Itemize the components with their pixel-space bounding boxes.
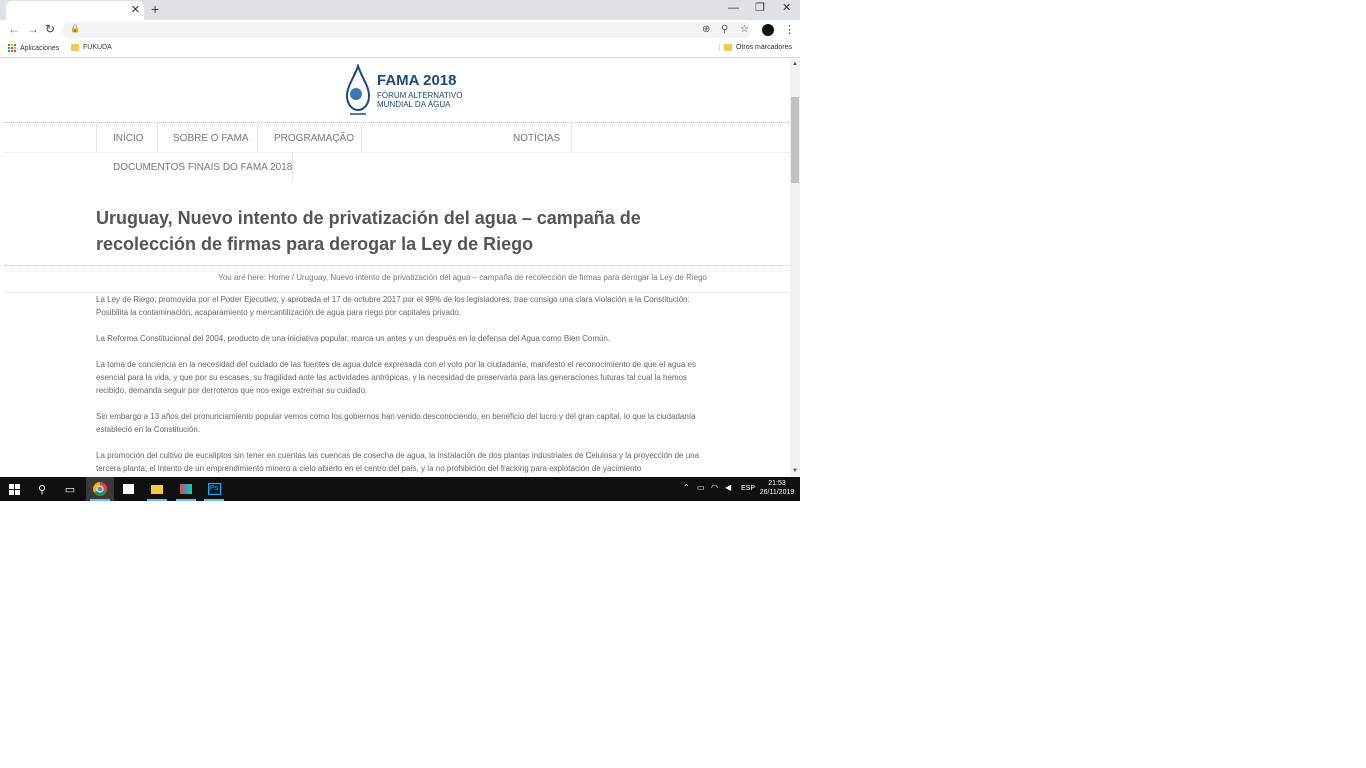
- logo-subtitle: FÓRUM ALTERNATIVO MUNDIAL DA ÁGUA: [377, 91, 463, 109]
- battery-icon[interactable]: ▭: [697, 483, 705, 492]
- active-indicator: [90, 499, 110, 501]
- site-logo[interactable]: FAMA 2018 FÓRUM ALTERNATIVO MUNDIAL DA Á…: [344, 62, 464, 118]
- article-paragraph: La toma de conciencia en la necesidad de…: [96, 360, 696, 395]
- folder-icon: [71, 44, 79, 51]
- title-divider: [4, 265, 790, 266]
- screen: ✕ + — ❐ ✕ ← → ↻ 🔒 ⊕ ⚲ ☆ ⋮ Aplicaciones F…: [0, 0, 800, 501]
- windows-logo-icon: [8, 483, 20, 495]
- menu-item-inicio[interactable]: INÍCIO: [113, 133, 144, 144]
- lock-icon: 🔒: [70, 24, 80, 33]
- bookmark-star-icon[interactable]: ☆: [740, 23, 749, 37]
- logo-subtitle-line1: FÓRUM ALTERNATIVO: [377, 91, 463, 100]
- menu-item-programacao[interactable]: PROGRAMAÇÃO: [274, 133, 354, 144]
- photoshop-icon: Ps: [207, 483, 221, 495]
- menu-row-divider: [4, 152, 790, 153]
- forward-button[interactable]: →: [27, 22, 39, 37]
- post-title: Uruguay, Nuevo intento de privatización …: [96, 208, 641, 254]
- scroll-up-icon[interactable]: ▲: [792, 61, 798, 67]
- bookmark-fukuda-label: FUKUDA: [83, 44, 112, 51]
- new-tab-button[interactable]: +: [151, 1, 159, 18]
- system-clock[interactable]: 21:53 26/11/2019: [757, 479, 797, 497]
- search-button[interactable]: ⚲: [28, 477, 56, 501]
- taskbar-app[interactable]: [172, 477, 200, 501]
- menu-item-documentos[interactable]: DOCUMENTOS FINAIS DO FAMA 2018: [113, 162, 292, 173]
- bookmark-fukuda[interactable]: FUKUDA: [71, 44, 112, 51]
- address-bar[interactable]: 🔒 ⊕ ⚲ ☆: [62, 22, 752, 38]
- article-paragraph: La promoción del cultivo de eucaliptos s…: [96, 451, 700, 473]
- breadcrumb[interactable]: You are here: Home / Uruguay, Nuevo inte…: [96, 273, 707, 282]
- task-view-button[interactable]: ▭: [56, 477, 84, 501]
- article-paragraph: La Reforma Constitucional del 2004, prod…: [96, 334, 611, 343]
- clock-date: 26/11/2019: [759, 489, 795, 496]
- page-viewport: FAMA 2018 FÓRUM ALTERNATIVO MUNDIAL DA Á…: [0, 59, 790, 477]
- logo-subtitle-line2: MUNDIAL DA ÁGUA: [377, 100, 451, 109]
- apps-grid-icon: [8, 44, 16, 52]
- bookmarks-bar: Aplicaciones FUKUDA Otros marcadores: [0, 40, 800, 58]
- taskbar-photoshop[interactable]: Ps: [200, 477, 228, 501]
- taskbar-store[interactable]: [114, 477, 142, 501]
- menu-divider: [361, 123, 362, 153]
- article-paragraph: La Ley de Riego, promovida por el Poder …: [96, 295, 690, 317]
- folder-explorer-icon: [151, 484, 163, 494]
- browser-toolbar: ← → ↻ 🔒 ⊕ ⚲ ☆: [0, 20, 800, 40]
- menu-divider: [292, 153, 293, 181]
- open-indicator: [147, 499, 167, 501]
- reload-button[interactable]: ↻: [45, 22, 55, 37]
- close-window-button[interactable]: ✕: [782, 1, 791, 16]
- tab-strip: ✕ + — ❐ ✕: [0, 0, 800, 20]
- menu-divider: [157, 123, 158, 153]
- menu-divider: [571, 123, 572, 153]
- start-button[interactable]: [0, 477, 28, 501]
- app-icon: [180, 484, 192, 494]
- folder-icon: [724, 44, 732, 51]
- install-icon[interactable]: ⊕: [702, 23, 710, 37]
- volume-icon[interactable]: ◀: [725, 483, 731, 492]
- network-icon[interactable]: ◠: [711, 483, 718, 492]
- article-paragraph: Sin embargo a 13 años del pronunciamient…: [96, 412, 696, 434]
- profile-avatar[interactable]: [762, 24, 774, 36]
- bookmark-other-label: Otros marcadores: [736, 44, 793, 51]
- logo-title: FAMA 2018: [377, 72, 457, 89]
- chrome-icon: [93, 482, 107, 496]
- bookmark-other[interactable]: Otros marcadores: [719, 44, 792, 51]
- tray-chevron-icon[interactable]: ⌃: [683, 483, 690, 492]
- open-indicator: [176, 499, 196, 501]
- chrome-menu-icon[interactable]: ⋮: [784, 23, 795, 36]
- windows-taskbar: ⚲ ▭ Ps ⌃ ▭ ◠ ◀ ESP 21:53 26/11/2019: [0, 477, 800, 501]
- menu-divider: [257, 123, 258, 153]
- search-icon: ⚲: [37, 483, 47, 496]
- menu-item-noticias[interactable]: NOTÍCIAS: [513, 133, 560, 144]
- header-divider: [4, 122, 790, 123]
- bookmark-apps[interactable]: Aplicaciones: [8, 44, 59, 52]
- minimize-button[interactable]: —: [728, 1, 739, 16]
- bookmark-apps-label: Aplicaciones: [20, 44, 60, 52]
- taskbar-chrome[interactable]: [86, 477, 114, 501]
- back-button[interactable]: ←: [8, 22, 20, 37]
- open-indicator: [204, 499, 224, 501]
- zoom-icon[interactable]: ⚲: [721, 23, 728, 37]
- browser-tab[interactable]: ✕: [6, 1, 144, 20]
- menu-divider: [96, 123, 97, 153]
- store-icon: [122, 484, 134, 494]
- menu-item-sobre[interactable]: SOBRE O FAMA: [173, 133, 249, 144]
- tab-close-icon[interactable]: ✕: [131, 3, 140, 17]
- taskbar-explorer[interactable]: [143, 477, 171, 501]
- restore-button[interactable]: ❐: [755, 1, 765, 16]
- page-scrollbar[interactable]: ▲ ▼: [790, 59, 800, 477]
- water-drop-logo-icon: [345, 62, 371, 115]
- scroll-down-icon[interactable]: ▼: [792, 468, 798, 474]
- clock-time: 21:53: [768, 480, 786, 487]
- language-indicator[interactable]: ESP: [741, 485, 755, 492]
- scroll-thumb[interactable]: [791, 97, 799, 183]
- task-view-icon: ▭: [64, 483, 76, 496]
